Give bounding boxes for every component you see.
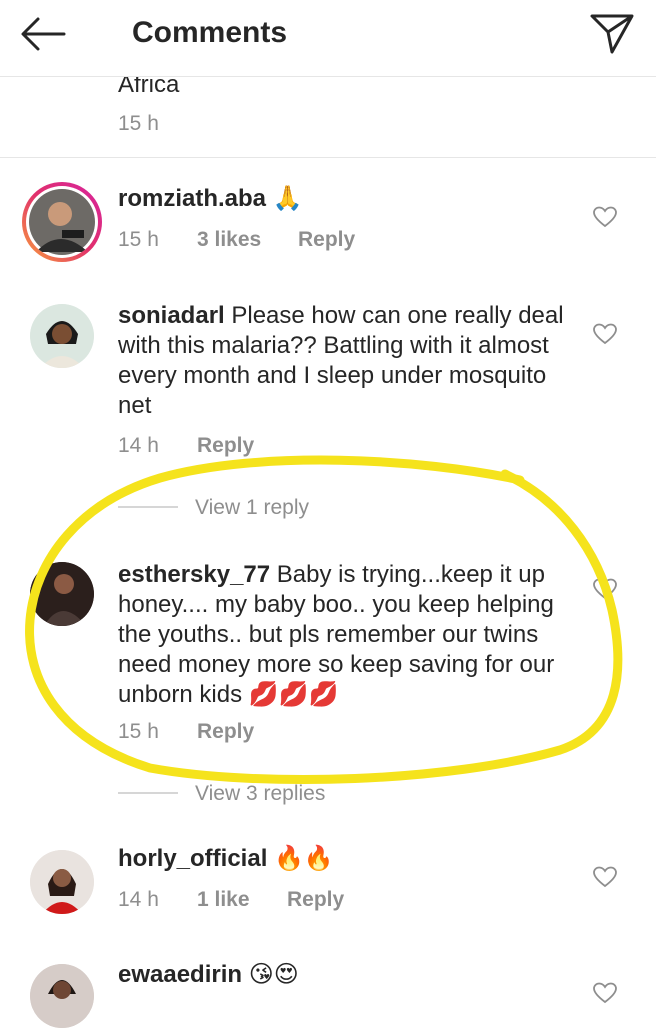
replies-line [118,792,178,794]
avatar [29,189,95,255]
comment-username[interactable]: ewaaedirin [118,961,242,988]
reply-button[interactable]: Reply [197,720,254,744]
reply-button[interactable]: Reply [287,888,344,912]
divider [0,157,656,158]
comment-body: 😘😍 [242,961,299,988]
reply-button[interactable]: Reply [197,434,254,458]
view-replies-button[interactable]: View 1 reply [195,496,309,520]
heart-icon[interactable] [593,982,617,1004]
comment-timestamp: 14 h [118,888,159,911]
heart-icon[interactable] [593,578,617,600]
comment-timestamp: 15 h [118,228,159,251]
view-replies-button[interactable]: View 3 replies [195,782,325,806]
avatar-image [30,304,94,368]
header-bar: Comments [0,0,656,77]
comment-body: 🔥🔥 [267,845,334,872]
avatar[interactable] [30,304,94,368]
heart-icon[interactable] [593,323,617,345]
avatar-story-ring[interactable] [22,182,102,262]
comment-text: horly_official 🔥🔥 [118,844,578,874]
comment-timestamp: 15 h [118,112,159,135]
back-arrow-icon [21,17,66,51]
avatar-image [30,562,94,626]
comment-body: 🙏 [266,185,303,212]
avatar[interactable] [30,964,94,1028]
replies-line [118,506,178,508]
comment-text: ewaaedirin 😘😍 [118,960,578,990]
comment-username[interactable]: soniadarl [118,302,225,329]
comment-username[interactable]: horly_official [118,845,267,872]
likes-count[interactable]: 1 like [197,888,250,912]
heart-icon[interactable] [593,206,617,228]
comment-timestamp: 15 h [118,720,159,743]
avatar-image [30,964,94,1028]
page-title: Comments [132,16,288,49]
comment-timestamp: 14 h [118,434,159,457]
likes-count[interactable]: 3 likes [197,228,261,252]
paper-plane-icon [590,14,634,54]
avatar[interactable] [30,850,94,914]
back-button[interactable] [18,14,68,54]
comment-username[interactable]: romziath.aba [118,185,266,212]
direct-message-button[interactable] [588,12,636,56]
reply-button[interactable]: Reply [298,228,355,252]
comment-text: esthersky_77 Baby is trying...keep it up… [118,560,558,710]
avatar[interactable] [30,562,94,626]
comment-text: soniadarl Please how can one really deal… [118,301,568,421]
heart-icon[interactable] [593,866,617,888]
avatar-image [30,850,94,914]
comment-username[interactable]: esthersky_77 [118,561,270,588]
comment-text: romziath.aba 🙏 [118,184,578,214]
